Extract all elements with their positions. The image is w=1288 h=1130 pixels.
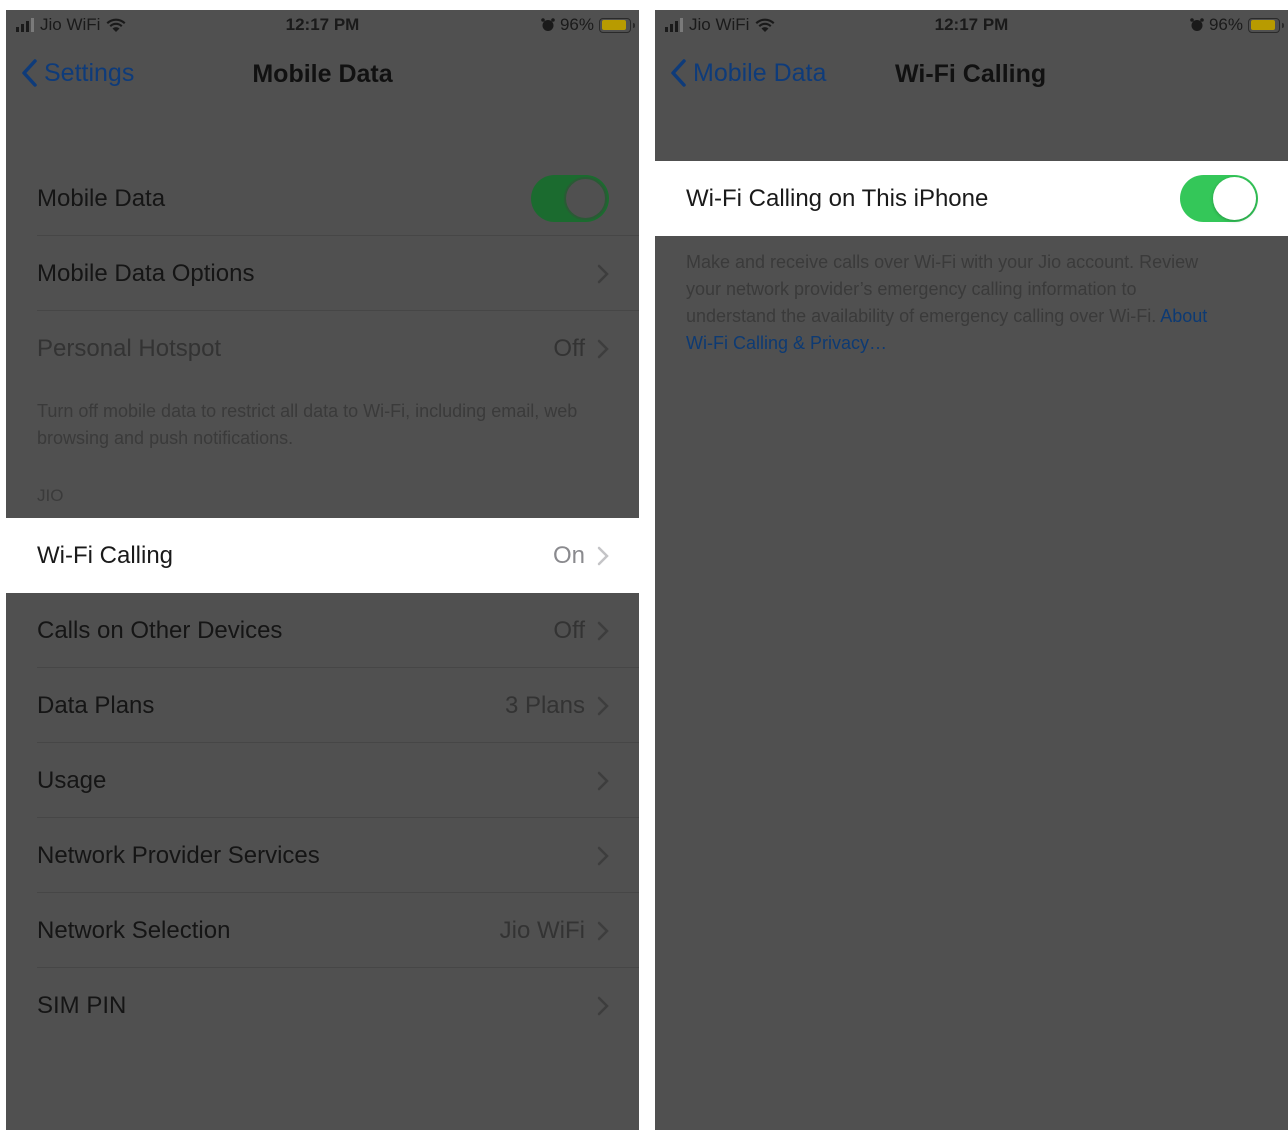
calls-other-devices-value: Off [553, 616, 585, 644]
wifi-calling-row[interactable]: Wi-Fi Calling On [6, 518, 639, 593]
personal-hotspot-value: Off [553, 334, 585, 362]
usage-row[interactable]: Usage [6, 743, 639, 818]
status-bar: Jio WiFi 12:17 PM 96% [655, 10, 1288, 42]
back-label: Mobile Data [693, 58, 827, 87]
sim-pin-row[interactable]: SIM PIN [6, 968, 639, 1043]
network-provider-services-row[interactable]: Network Provider Services [6, 818, 639, 893]
network-provider-services-label: Network Provider Services [37, 841, 320, 869]
chevron-left-icon [671, 59, 686, 87]
chevron-right-icon [597, 771, 609, 790]
mobile-data-row: Mobile Data [6, 161, 639, 236]
jio-group: Wi-Fi Calling On Calls on Other Devices … [6, 518, 639, 1043]
battery-icon [1248, 17, 1284, 33]
data-plans-label: Data Plans [37, 691, 155, 719]
alarm-icon [541, 18, 555, 31]
wifi-calling-footer: Make and receive calls over Wi-Fi with y… [686, 249, 1218, 357]
page-title: Mobile Data [252, 60, 393, 88]
mobile-data-toggle[interactable] [531, 175, 609, 222]
wifi-calling-value: On [552, 541, 585, 569]
mobile-data-screen: Jio WiFi 12:17 PM 96% Settings Mobile Da… [6, 10, 639, 1130]
mobile-data-group: Mobile Data Mobile Data Options Personal… [6, 161, 639, 386]
calls-other-devices-label: Calls on Other Devices [37, 616, 283, 644]
wifi-calling-group: Wi-Fi Calling on This iPhone [655, 161, 1288, 236]
data-plans-row[interactable]: Data Plans 3 Plans [6, 668, 639, 743]
mobile-data-label: Mobile Data [37, 184, 166, 212]
chevron-right-icon [597, 546, 609, 565]
alarm-icon [1190, 18, 1204, 31]
network-selection-value: Jio WiFi [499, 916, 585, 944]
wifi-calling-description: Make and receive calls over Wi-Fi with y… [686, 252, 1199, 326]
chevron-right-icon [597, 996, 609, 1015]
mobile-data-footer: Turn off mobile data to restrict all dat… [37, 401, 578, 448]
network-selection-row[interactable]: Network Selection Jio WiFi [6, 893, 639, 968]
wifi-calling-toggle[interactable] [1180, 175, 1258, 222]
page-title: Wi-Fi Calling [895, 60, 1047, 88]
battery-percent: 96% [559, 15, 594, 34]
section-header-jio: JIO [37, 486, 64, 505]
network-selection-label: Network Selection [37, 916, 231, 944]
wifi-calling-screen: Jio WiFi 12:17 PM 96% Mobile Data Wi-Fi … [655, 10, 1288, 1130]
chevron-right-icon [597, 264, 609, 283]
personal-hotspot-label: Personal Hotspot [37, 334, 222, 362]
chevron-right-icon [597, 921, 609, 940]
navigation-bar: Mobile Data Wi-Fi Calling [655, 44, 1288, 106]
battery-icon [599, 17, 635, 33]
calls-other-devices-row[interactable]: Calls on Other Devices Off [6, 593, 639, 668]
wifi-calling-label: Wi-Fi Calling [37, 541, 174, 569]
wifi-calling-iphone-label: Wi-Fi Calling on This iPhone [686, 184, 989, 212]
status-bar: Jio WiFi 12:17 PM 96% [6, 10, 639, 42]
sim-pin-label: SIM PIN [37, 991, 127, 1019]
chevron-right-icon [597, 339, 609, 358]
mobile-data-options-label: Mobile Data Options [37, 259, 255, 287]
wifi-calling-iphone-row: Wi-Fi Calling on This iPhone [655, 161, 1288, 236]
back-button[interactable]: Mobile Data [669, 58, 826, 88]
chevron-right-icon [597, 696, 609, 715]
personal-hotspot-row[interactable]: Personal Hotspot Off [6, 311, 639, 386]
chevron-right-icon [597, 846, 609, 865]
data-plans-value: 3 Plans [504, 691, 585, 719]
usage-label: Usage [37, 766, 107, 794]
mobile-data-options-row[interactable]: Mobile Data Options [6, 236, 639, 311]
chevron-right-icon [597, 621, 609, 640]
navigation-bar: Settings Mobile Data [6, 44, 639, 106]
battery-percent: 96% [1208, 15, 1243, 34]
